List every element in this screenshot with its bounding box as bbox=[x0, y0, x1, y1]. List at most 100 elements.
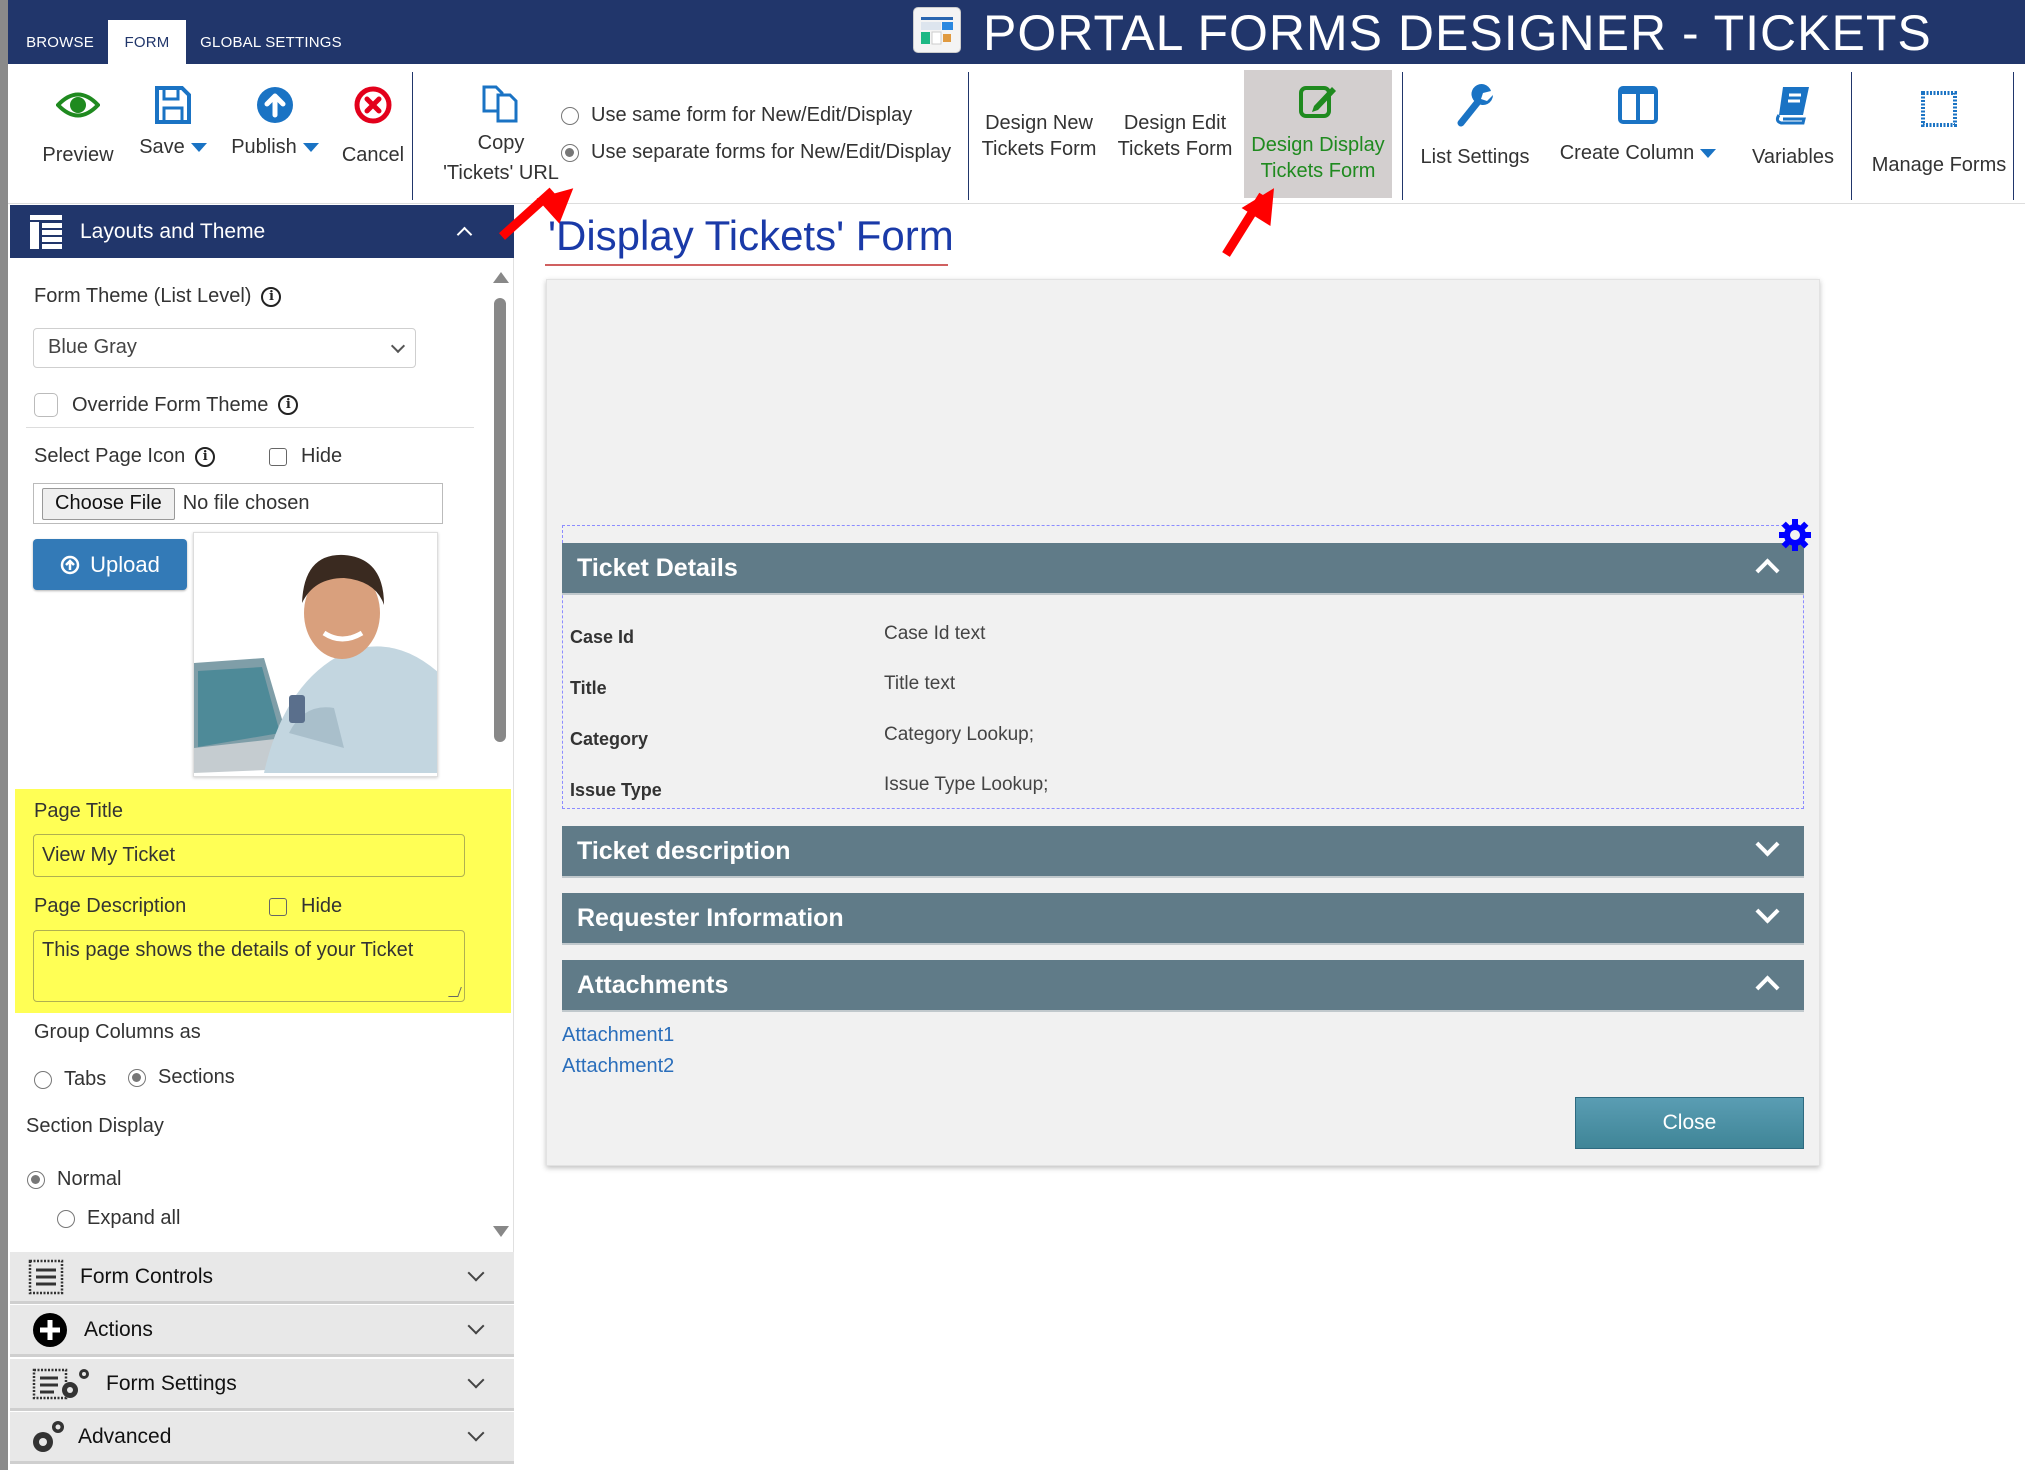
radio-button[interactable] bbox=[34, 1070, 52, 1089]
upload-button[interactable]: Upload bbox=[33, 539, 187, 590]
design-edit-line1: Design Edit bbox=[1123, 112, 1227, 134]
override-theme-row[interactable]: Override Form Theme i bbox=[34, 393, 299, 417]
cancel-label: Cancel bbox=[341, 144, 405, 166]
chevron-up-icon[interactable] bbox=[1755, 558, 1780, 583]
copy-url-button[interactable]: Copy 'Tickets' URL bbox=[426, 80, 576, 188]
save-dropdown-caret-icon[interactable] bbox=[190, 143, 207, 153]
scroll-up-arrow-icon[interactable] bbox=[493, 272, 509, 283]
close-button[interactable]: Close bbox=[1575, 1097, 1804, 1149]
variables-button[interactable]: Variables bbox=[1738, 82, 1848, 170]
edit-pencil-icon bbox=[1298, 82, 1338, 120]
toolbar-divider bbox=[412, 72, 413, 200]
create-column-button[interactable]: Create Column bbox=[1548, 82, 1728, 166]
design-new-line1: Design New bbox=[985, 112, 1093, 134]
page-icon-hide-checkbox[interactable] bbox=[269, 447, 287, 466]
layouts-theme-header[interactable]: Layouts and Theme bbox=[10, 205, 514, 258]
publish-label: Publish bbox=[231, 136, 297, 158]
choose-file-button[interactable]: Choose File bbox=[42, 487, 175, 520]
tab-form[interactable]: FORM bbox=[108, 20, 186, 64]
info-icon[interactable]: i bbox=[278, 395, 299, 415]
attachment-link[interactable]: Attachment2 bbox=[562, 1055, 674, 1078]
section-header-ticket-description[interactable]: Ticket description bbox=[562, 826, 1804, 878]
section-normal-radio[interactable]: Normal bbox=[27, 1168, 121, 1191]
section-header-ticket-details[interactable]: Ticket Details bbox=[562, 543, 1804, 595]
ribbon-toolbar: Preview Save Publish Cancel Copy 'Ticket… bbox=[8, 64, 2025, 204]
page-description-hide-row[interactable]: Hide bbox=[269, 895, 342, 918]
same-form-radio[interactable]: Use same form for New/Edit/Display bbox=[561, 104, 912, 127]
page-description-hide-label: Hide bbox=[301, 895, 343, 917]
page-icon-hide-row[interactable]: Hide bbox=[269, 445, 342, 468]
tab-global-settings[interactable]: GLOBAL SETTINGS bbox=[196, 20, 346, 64]
accordion-form-controls[interactable]: Form Controls bbox=[10, 1252, 514, 1304]
field-label-case-id: Case Id bbox=[570, 627, 635, 647]
manage-forms-button[interactable]: Manage Forms bbox=[1860, 86, 2018, 178]
group-tabs-radio[interactable]: Tabs bbox=[34, 1068, 106, 1091]
list-settings-button[interactable]: List Settings bbox=[1410, 82, 1540, 170]
chevron-up-icon[interactable] bbox=[1755, 975, 1780, 1000]
radio-button[interactable] bbox=[561, 106, 579, 125]
chevron-down-icon[interactable] bbox=[1755, 832, 1780, 857]
toolbar-divider bbox=[968, 72, 969, 200]
accordion-form-settings[interactable]: Form Settings bbox=[10, 1359, 514, 1411]
panel-scrollbar[interactable] bbox=[490, 268, 512, 1243]
gears-icon bbox=[30, 1419, 66, 1455]
design-display-line2: Tickets Form bbox=[1260, 160, 1376, 182]
form-settings-icon bbox=[32, 1366, 92, 1402]
page-icon-hide-label: Hide bbox=[301, 445, 343, 467]
radio-button-selected[interactable] bbox=[561, 143, 579, 162]
section-expand-all-radio[interactable]: Expand all bbox=[57, 1207, 180, 1230]
info-icon[interactable]: i bbox=[195, 446, 216, 467]
design-edit-form-button[interactable]: Design Edit Tickets Form bbox=[1114, 110, 1236, 162]
gear-icon[interactable] bbox=[1778, 518, 1812, 552]
radio-button[interactable] bbox=[57, 1209, 75, 1228]
save-button[interactable]: Save bbox=[128, 82, 218, 160]
copy-url-label-line1: Copy bbox=[477, 132, 525, 154]
tab-browse[interactable]: BROWSE bbox=[14, 20, 106, 64]
publish-dropdown-caret-icon[interactable] bbox=[302, 143, 319, 153]
page-title-label: Page Title bbox=[34, 800, 123, 822]
title-underline bbox=[545, 264, 948, 266]
scrollbar-thumb[interactable] bbox=[494, 298, 506, 742]
attachment-link[interactable]: Attachment1 bbox=[562, 1024, 674, 1047]
design-new-form-button[interactable]: Design New Tickets Form bbox=[978, 110, 1100, 162]
chevron-up-icon[interactable] bbox=[456, 226, 473, 243]
scroll-down-arrow-icon[interactable] bbox=[493, 1226, 509, 1237]
window-border bbox=[0, 0, 8, 1470]
wrench-icon bbox=[1455, 82, 1495, 128]
section-header-attachments[interactable]: Attachments bbox=[562, 960, 1804, 1012]
section-title: Ticket description bbox=[577, 836, 791, 865]
design-new-line2: Tickets Form bbox=[981, 138, 1097, 160]
create-column-dropdown-caret-icon[interactable] bbox=[1700, 149, 1717, 159]
create-column-label: Create Column bbox=[1559, 142, 1695, 164]
page-title-input[interactable]: View My Ticket bbox=[33, 834, 465, 877]
upload-arrow-icon bbox=[255, 82, 295, 128]
no-file-text: No file chosen bbox=[182, 492, 310, 514]
publish-button[interactable]: Publish bbox=[220, 82, 330, 160]
upload-circle-icon bbox=[60, 555, 80, 575]
section-title: Attachments bbox=[577, 970, 729, 999]
resize-handle-icon[interactable] bbox=[448, 987, 462, 997]
file-input[interactable]: Choose File No file chosen bbox=[33, 483, 443, 524]
form-title: 'Display Tickets' Form bbox=[548, 212, 954, 259]
eye-icon bbox=[56, 82, 100, 128]
accordion-actions[interactable]: Actions bbox=[10, 1305, 514, 1357]
page-description-hide-checkbox[interactable] bbox=[269, 897, 287, 916]
section-normal-label: Normal bbox=[57, 1168, 122, 1190]
cancel-button[interactable]: Cancel bbox=[330, 82, 416, 168]
chevron-down-icon[interactable] bbox=[1755, 899, 1780, 924]
page-description-textarea[interactable]: This page shows the details of your Tick… bbox=[33, 930, 465, 1002]
group-sections-radio[interactable]: Sections bbox=[128, 1066, 235, 1089]
design-display-form-button[interactable]: Design Display Tickets Form bbox=[1244, 70, 1392, 198]
accordion-advanced[interactable]: Advanced bbox=[10, 1412, 514, 1464]
section-header-requester-information[interactable]: Requester Information bbox=[562, 893, 1804, 945]
preview-button[interactable]: Preview bbox=[30, 82, 126, 168]
radio-button-selected[interactable] bbox=[27, 1170, 45, 1189]
group-columns-label: Group Columns as bbox=[34, 1021, 201, 1043]
form-theme-select[interactable]: Blue Gray bbox=[33, 328, 416, 368]
override-theme-checkbox[interactable] bbox=[34, 393, 58, 417]
radio-button-selected[interactable] bbox=[128, 1068, 146, 1087]
separate-forms-radio[interactable]: Use separate forms for New/Edit/Display bbox=[561, 141, 951, 164]
info-icon[interactable]: i bbox=[261, 286, 282, 307]
plus-circle-icon bbox=[32, 1312, 68, 1348]
manage-forms-label: Manage Forms bbox=[1871, 154, 2007, 176]
